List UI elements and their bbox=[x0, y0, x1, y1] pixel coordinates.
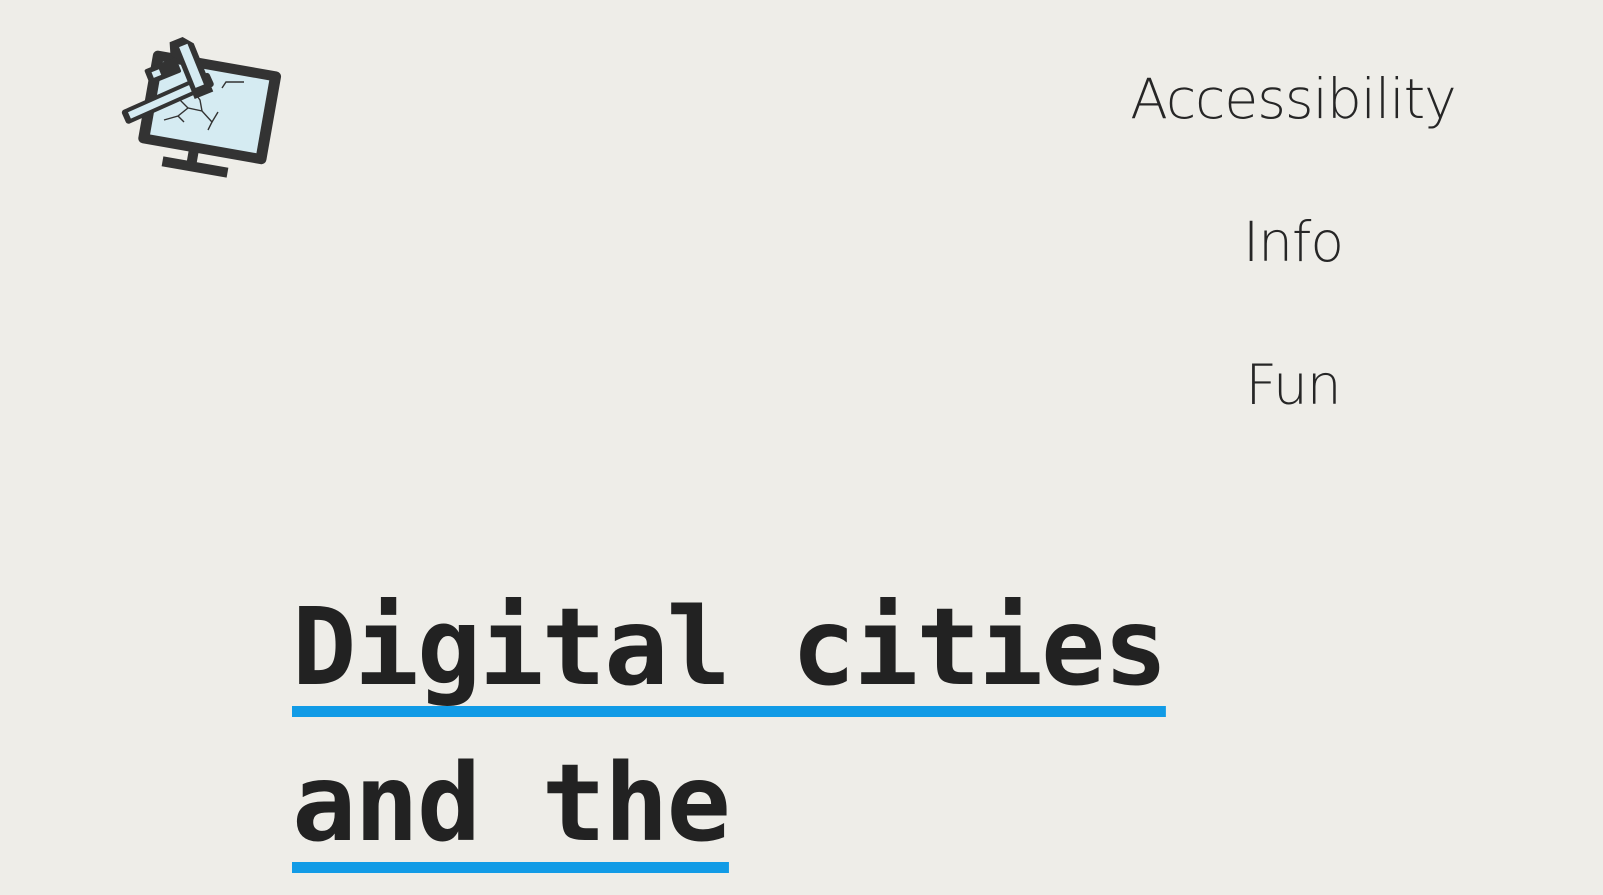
main-navigation: Accessibility Info Fun bbox=[1113, 72, 1473, 413]
nav-link-info[interactable]: Info bbox=[1113, 215, 1473, 270]
broken-computer-monitor-icon bbox=[112, 16, 282, 191]
article-headline: Digital cities and the bbox=[292, 570, 1292, 882]
nav-link-accessibility[interactable]: Accessibility bbox=[1113, 72, 1473, 127]
site-logo-link[interactable] bbox=[112, 16, 282, 191]
nav-link-fun[interactable]: Fun bbox=[1113, 358, 1473, 413]
article-headline-link[interactable]: Digital cities and the bbox=[292, 586, 1168, 866]
